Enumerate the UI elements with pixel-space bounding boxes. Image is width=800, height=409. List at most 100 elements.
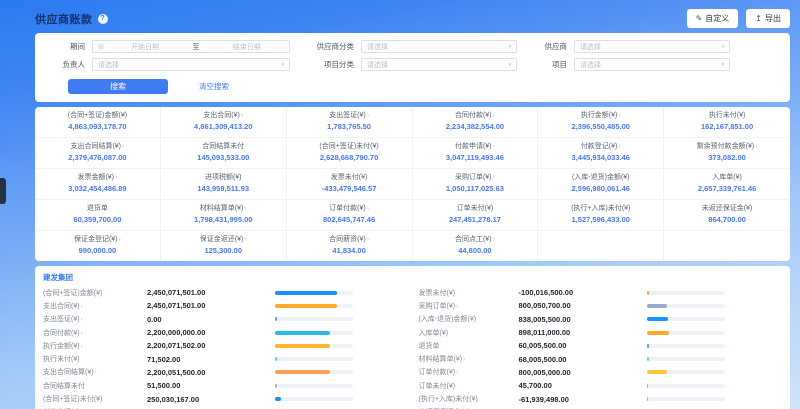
stat-cell[interactable]: 发票未付(¥) -433,479,546.57 (287, 169, 413, 200)
table-row[interactable]: 执行金额(¥)› 2,200,071,502.00 (35, 339, 413, 352)
stat-cell[interactable]: 入库单(¥) 2,657,339,761.46 (664, 169, 790, 200)
table-row[interactable]: 采购订单(¥)› 800,050,700.00 (413, 299, 791, 312)
stat-cell[interactable]: (合同+签证)未付(¥) 2,628,668,790.70 (287, 138, 413, 169)
row-label: (合同+签证)未付(¥) (43, 394, 147, 404)
table-row[interactable]: 支出签证(¥)› 0.00 (35, 313, 413, 326)
stat-cell[interactable]: 执行金额(¥)› 2,396,550,485.00 (538, 107, 664, 138)
row-bar-track (275, 357, 353, 361)
stat-cell[interactable]: 进项税额(¥) 143,959,511.93 (161, 169, 287, 200)
owner-select[interactable]: 请选择 ∨ (92, 58, 290, 71)
stat-cell[interactable]: 保证金返还(¥)› 125,300.00 (161, 231, 287, 261)
stat-cell[interactable]: 支出签证(¥)› 1,783,765.50 (287, 107, 413, 138)
table-row[interactable]: 退货单 60,005,500.00 (413, 339, 791, 352)
date-to-label: 至 (182, 42, 209, 52)
clear-search-link[interactable]: 清空搜索 (199, 81, 229, 92)
stat-cell[interactable]: 支出合同结算(¥)› 2,379,476,087.00 (35, 138, 161, 169)
stat-cell[interactable]: 合同点工(¥)› 44,800.00 (413, 231, 539, 261)
stat-cell[interactable]: 执行未付(¥) 162,167,851.00 (664, 107, 790, 138)
table-row[interactable]: (合同+签证)金额(¥) 2,450,071,501.00 (35, 286, 413, 299)
table-row[interactable]: 入库单(¥) 898,011,000.00 (413, 326, 791, 339)
stat-cell[interactable]: (执行+入库)未付(¥) 1,527,596,433.00 (538, 200, 664, 231)
row-label: 发票未付(¥) (419, 288, 519, 298)
stat-value: 3,047,119,493.46 (415, 152, 536, 163)
row-value: 71,502.00 (147, 355, 275, 364)
row-label: 退货单 (419, 341, 519, 351)
row-bar-track (275, 370, 353, 374)
period-label: 期间 (49, 41, 85, 52)
row-bar (275, 397, 281, 401)
chevron-down-icon: ∨ (721, 62, 725, 68)
search-button[interactable]: 搜索 (68, 79, 168, 94)
stat-cell[interactable]: 未返还保证金(¥) 864,700.00 (664, 200, 790, 231)
stat-cell[interactable]: 订单未付(¥) 247,451,278.17 (413, 200, 539, 231)
project-select[interactable]: 请选择 ∨ (574, 58, 730, 71)
stats-grid: (合同+签证)金额(¥) 4,863,093,178.70 支出合同(¥)› 4… (35, 107, 790, 261)
stat-label: 采购订单(¥)› (415, 173, 536, 183)
stat-value: 3,032,454,486.89 (37, 183, 158, 194)
stat-cell[interactable]: 订单付款(¥)› 802,645,747.46 (287, 200, 413, 231)
start-date-placeholder: 开始日期 (108, 42, 182, 52)
chevron-right-icon: › (119, 236, 121, 243)
chevron-right-icon: › (367, 205, 369, 212)
table-row[interactable]: 发票未付(¥) -100,016,500.00 (413, 286, 791, 299)
export-button[interactable]: ↥ 导出 (746, 9, 790, 28)
row-bar-track (275, 331, 353, 335)
row-bar (275, 291, 337, 295)
stat-cell[interactable]: 采购订单(¥)› 1,050,117,025.63 (413, 169, 539, 200)
row-label: 合同付款(¥)› (43, 328, 147, 338)
table-row[interactable]: 订单付款(¥)› 800,005,000.00 (413, 366, 791, 379)
stat-value: 247,451,278.17 (415, 214, 536, 225)
stat-cell[interactable]: 材料结算单(¥)› 1,798,431,995.00 (161, 200, 287, 231)
stat-cell[interactable]: 发票金额(¥)› 3,032,454,486.89 (35, 169, 161, 200)
table-row[interactable]: 支出合同(¥)› 2,450,071,501.00 (35, 299, 413, 312)
stat-label: 合同薪资(¥)› (289, 235, 410, 245)
row-bar-track (275, 397, 353, 401)
stat-cell[interactable]: 保证金登记(¥)› 990,000.00 (35, 231, 161, 261)
project-category-select[interactable]: 请选择 ∨ (361, 58, 517, 71)
supplier-category-select[interactable]: 请选择 ∨ (361, 40, 517, 53)
date-range-input[interactable]: ⊞ 开始日期 至 结束日期 (92, 40, 290, 53)
table-row[interactable]: 材料结算单(¥)› 68,005,500.00 (413, 352, 791, 365)
table-row[interactable]: 支出合同结算(¥)› 2,200,051,500.00 (35, 366, 413, 379)
stat-label: 退货单 (37, 204, 158, 214)
row-value: 898,011,000.00 (519, 328, 647, 337)
stat-label: 合同结算未付 (163, 142, 284, 152)
stat-label: 合同点工(¥)› (415, 235, 536, 245)
stat-cell[interactable]: 合同薪资(¥)› 41,834.00 (287, 231, 413, 261)
stat-cell[interactable]: 合同结算未付 145,093,533.00 (161, 138, 287, 169)
table-row[interactable]: (执行+入库)未付(¥) -61,939,498.00 (413, 392, 791, 405)
chevron-right-icon: › (755, 143, 757, 150)
stat-cell[interactable]: 付款申请(¥)› 3,047,119,493.46 (413, 138, 539, 169)
main-content: 期间 ⊞ 开始日期 至 结束日期 供应商分类 请选择 ∨ 供应商 请选择 ∨ 负… (35, 33, 790, 409)
row-bar (647, 384, 649, 388)
sidebar-collapse-handle[interactable] (0, 178, 6, 204)
supplier-select[interactable]: 请选择 ∨ (574, 40, 730, 53)
customize-button[interactable]: ✎ 自定义 (687, 9, 739, 28)
chevron-right-icon: › (95, 369, 97, 376)
group-detail-panel: 建发集团 (合同+签证)金额(¥) 2,450,071,501.00 支出合同(… (35, 266, 790, 409)
group-table-left: (合同+签证)金额(¥) 2,450,071,501.00 支出合同(¥)› 2… (35, 286, 413, 409)
row-label: 入库单(¥) (419, 328, 519, 338)
stat-cell[interactable]: (合同+签证)金额(¥) 4,863,093,178.70 (35, 107, 161, 138)
row-value: 2,450,071,501.00 (147, 288, 275, 297)
stat-label: 保证金返还(¥)› (163, 235, 284, 245)
group-name-link[interactable]: 建发集团 (35, 270, 790, 286)
stat-value: 1,798,431,995.00 (163, 214, 284, 225)
table-row[interactable]: 订单未付(¥) 45,700.00 (413, 379, 791, 392)
stat-value: 990,000.00 (37, 245, 158, 256)
row-value: -61,939,498.00 (519, 395, 647, 404)
stat-cell[interactable]: 退货单 60,359,700.00 (35, 200, 161, 231)
stat-cell[interactable]: (入库-退货)金额(¥) 2,596,980,061.46 (538, 169, 664, 200)
table-row[interactable]: 合同付款(¥)› 2,200,000,000.00 (35, 326, 413, 339)
table-row[interactable]: (入库-退货)金额(¥) 838,005,500.00 (413, 313, 791, 326)
table-row[interactable]: 合同结算未付 51,500.00 (35, 379, 413, 392)
table-row[interactable]: 执行未付(¥) 71,502.00 (35, 352, 413, 365)
stat-cell[interactable]: 合同付款(¥)› 2,234,382,554.00 (413, 107, 539, 138)
stat-cell[interactable]: 付款登记(¥)› 3,445,934,033.46 (538, 138, 664, 169)
stat-cell[interactable]: 支出合同(¥)› 4,861,309,413.20 (161, 107, 287, 138)
help-icon[interactable]: ? (98, 14, 108, 24)
project-category-label: 项目分类 (308, 59, 354, 70)
table-row[interactable]: (合同+签证)未付(¥) 250,030,167.00 (35, 392, 413, 405)
stat-cell[interactable]: 剩余预付款金额(¥)› 373,082.00 (664, 138, 790, 169)
chevron-right-icon: › (456, 303, 458, 310)
